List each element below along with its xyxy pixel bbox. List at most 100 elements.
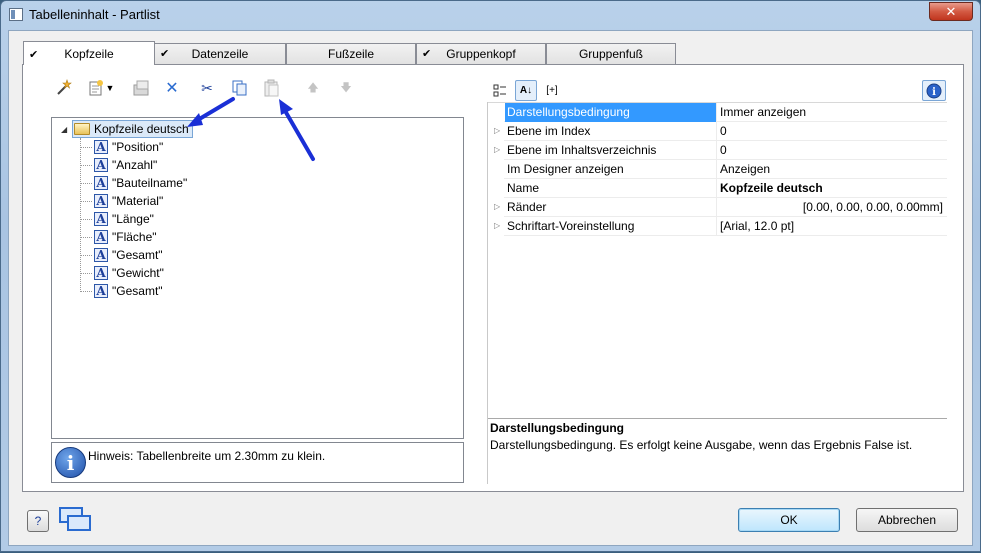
description-toggle-icon[interactable]: i [922, 80, 946, 101]
tree-item-label: "Gesamt" [112, 284, 163, 298]
row-gutter [488, 179, 504, 198]
expand-triangle-icon[interactable]: ▷ [494, 126, 500, 135]
sort-alphabetical-icon[interactable]: A↓ [515, 80, 537, 101]
categorized-view-icon[interactable] [490, 80, 510, 101]
expand-all-button[interactable]: [+] [541, 80, 563, 101]
tab-gruppenfuss[interactable]: Gruppenfuß [546, 43, 676, 64]
row-gutter: ▷ [488, 141, 504, 160]
text-field-icon: A [94, 212, 108, 226]
property-name: Ebene im Index [505, 122, 717, 141]
property-value[interactable]: [Arial, 12.0 pt] [719, 217, 947, 236]
description-splitter[interactable] [488, 418, 947, 419]
property-row-raender[interactable]: ▷ Ränder [0.00, 0.00, 0.00, 0.00mm] [488, 198, 947, 217]
dropdown-arrow-icon[interactable]: ▼ [104, 78, 116, 98]
text-field-icon: A [94, 158, 108, 172]
tree-item-label: "Gesamt" [112, 248, 163, 262]
tab-kopfzeile[interactable]: ✔ Kopfzeile [23, 41, 155, 65]
text-field-icon: A [94, 230, 108, 244]
property-row-name[interactable]: Name Kopfzeile deutsch [488, 179, 947, 198]
tree-connector [80, 254, 92, 256]
dialog-window: Tabelleninhalt - Partlist ✕ ✔ Kopfzeile … [0, 0, 981, 552]
tree-connector [80, 182, 92, 184]
tree-item[interactable]: A "Länge" [80, 210, 154, 228]
svg-text:i: i [932, 87, 936, 98]
row-gutter: ▷ [488, 198, 504, 217]
property-value[interactable]: 0 [719, 141, 947, 160]
move-up-icon[interactable]: 🡅 [303, 78, 323, 98]
tree-item[interactable]: A "Gewicht" [80, 264, 164, 282]
tree-connector [80, 236, 92, 238]
property-name: Im Designer anzeigen [505, 160, 717, 179]
expand-triangle-icon[interactable]: ▷ [494, 221, 500, 230]
tab-label: Gruppenfuß [578, 47, 644, 61]
row-gutter: ▷ [488, 217, 504, 236]
expand-triangle-icon[interactable]: ▷ [494, 145, 500, 154]
text-field-icon: A [94, 266, 108, 280]
tab-label: Datenzeile [191, 47, 249, 61]
text-field-icon: A [94, 248, 108, 262]
row-gutter: ▷ [488, 122, 504, 141]
move-down-icon[interactable]: 🡇 [336, 78, 356, 98]
tree-item[interactable]: A "Fläche" [80, 228, 157, 246]
cancel-button[interactable]: Abbrechen [856, 508, 958, 532]
property-value[interactable]: 0 [719, 122, 947, 141]
window-title: Tabelleninhalt - Partlist [29, 7, 160, 22]
cut-icon[interactable]: ✂ [197, 78, 217, 98]
checkmark-icon: ✔ [160, 48, 170, 60]
tree-item[interactable]: A "Material" [80, 192, 163, 210]
delete-icon[interactable]: ✕ [162, 78, 182, 98]
tree-item[interactable]: A "Gesamt" [80, 282, 163, 300]
property-name: Darstellungsbedingung [505, 103, 717, 122]
close-button[interactable]: ✕ [929, 2, 973, 21]
tree-root-node[interactable]: Kopfzeile deutsch [72, 120, 193, 138]
copy-icon[interactable] [230, 78, 250, 98]
new-item-icon[interactable] [86, 78, 106, 98]
property-row-darstellungsbedingung[interactable]: Darstellungsbedingung Immer anzeigen [488, 103, 947, 122]
tab-datenzeile[interactable]: ✔ Datenzeile [154, 43, 286, 64]
ok-button[interactable]: OK [738, 508, 840, 532]
window-switch-icon[interactable] [59, 507, 93, 533]
property-value[interactable]: Kopfzeile deutsch [719, 179, 947, 198]
tab-gruppenkopf[interactable]: ✔ Gruppenkopf [416, 43, 546, 64]
row-gutter [488, 103, 504, 122]
tree-item-label: "Bauteilname" [112, 176, 188, 190]
text-field-icon: A [94, 284, 108, 298]
checkmark-icon: ✔ [29, 49, 39, 61]
tree-item[interactable]: A "Gesamt" [80, 246, 163, 264]
property-row-ebene-im-inhaltsverzeichnis[interactable]: ▷ Ebene im Inhaltsverzeichnis 0 [488, 141, 947, 160]
collapse-triangle-icon[interactable]: ◢ [61, 125, 67, 134]
tree-item-label: "Länge" [112, 212, 154, 226]
tab-label: Kopfzeile [64, 47, 114, 61]
tree-connector [80, 164, 92, 166]
tree-view[interactable]: ◢ Kopfzeile deutsch A "Position" A "Anza… [51, 117, 464, 439]
folder-icon [74, 123, 90, 135]
expand-triangle-icon[interactable]: ▷ [494, 202, 500, 211]
checkmark-icon: ✔ [422, 48, 432, 60]
hint-text: Hinweis: Tabellenbreite um 2.30mm zu kle… [88, 449, 326, 463]
wizard-icon[interactable] [54, 78, 74, 98]
tree-connector [80, 146, 92, 148]
tree-item-label: "Gewicht" [112, 266, 164, 280]
tab-fusszeile[interactable]: Fußzeile [286, 43, 416, 64]
property-value[interactable]: Anzeigen [719, 160, 947, 179]
help-button[interactable]: ? [27, 510, 49, 532]
property-name: Ränder [505, 198, 717, 217]
description-title: Darstellungsbedingung [490, 421, 625, 435]
property-value[interactable]: [0.00, 0.00, 0.00, 0.00mm] [719, 198, 947, 217]
property-row-schriftart-voreinstellung[interactable]: ▷ Schriftart-Voreinstellung [Arial, 12.0… [488, 217, 947, 236]
property-name: Name [505, 179, 717, 198]
tree-item-label: "Material" [112, 194, 164, 208]
title-bar[interactable]: Tabelleninhalt - Partlist ✕ [1, 1, 980, 29]
paste-icon[interactable] [262, 78, 282, 98]
property-row-ebene-im-index[interactable]: ▷ Ebene im Index 0 [488, 122, 947, 141]
property-name: Ebene im Inhaltsverzeichnis [505, 141, 717, 160]
property-value[interactable]: Immer anzeigen [719, 103, 947, 122]
tree-item-label: "Position" [112, 140, 164, 154]
properties-icon[interactable] [132, 78, 152, 98]
tree-item[interactable]: A "Position" [80, 138, 163, 156]
tree-item[interactable]: A "Anzahl" [80, 156, 157, 174]
tree-item[interactable]: A "Bauteilname" [80, 174, 187, 192]
app-icon [9, 8, 23, 21]
property-grid: Darstellungsbedingung Immer anzeigen ▷ E… [488, 102, 947, 418]
property-row-im-designer-anzeigen[interactable]: Im Designer anzeigen Anzeigen [488, 160, 947, 179]
